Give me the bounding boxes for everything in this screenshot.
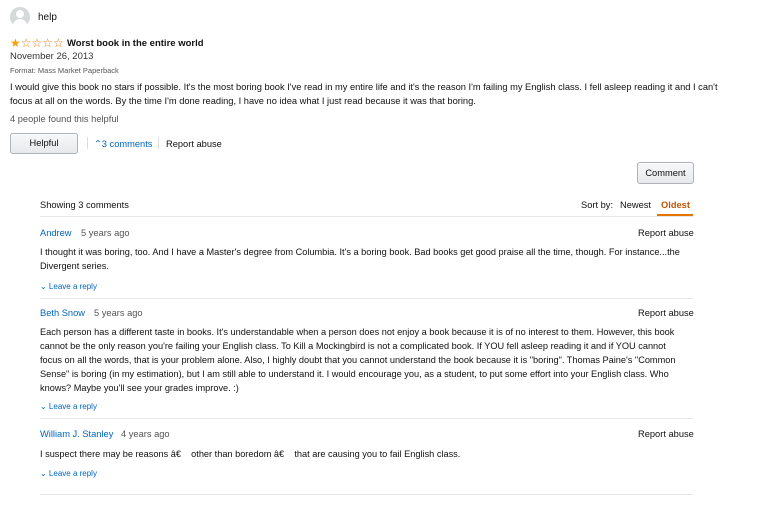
leave-reply-link[interactable]: ⌄ Leave a reply [40, 282, 97, 291]
review-format: Format: Mass Market Paperback [10, 66, 119, 75]
comment-text: Each person has a different taste in boo… [40, 327, 676, 393]
report-abuse-link[interactable]: Report abuse [638, 429, 694, 439]
comment-author[interactable]: Andrew [40, 228, 72, 238]
review-body: I would give this book no stars if possi… [10, 82, 718, 106]
sort-oldest[interactable]: Oldest [661, 200, 690, 210]
helpful-count: 4 people found this helpful [10, 114, 119, 124]
divider [40, 216, 693, 217]
comment-author[interactable]: William J. Stanley [40, 429, 113, 439]
divider [87, 137, 88, 149]
report-abuse-link[interactable]: Report abuse [166, 139, 222, 149]
comment-date: 4 years ago [121, 429, 170, 439]
star-rating: ★☆☆☆☆ [10, 37, 64, 49]
divider [40, 494, 693, 495]
user-avatar-icon [10, 7, 30, 27]
review-title[interactable]: Worst book in the entire world [67, 38, 204, 49]
comment-date: 5 years ago [94, 308, 143, 318]
sort-label: Sort by: [581, 200, 614, 210]
reviewer-name[interactable]: help [38, 12, 57, 23]
star-empty-icon: ☆☆☆☆ [20, 36, 64, 50]
report-abuse-link[interactable]: Report abuse [638, 228, 694, 238]
comment-button[interactable]: Comment [637, 162, 694, 184]
comments-link[interactable]: ⌃3 comments [94, 139, 152, 150]
report-abuse-link[interactable]: Report abuse [638, 308, 694, 318]
comment-date: 5 years ago [81, 228, 130, 238]
review-date: November 26, 2013 [10, 51, 94, 62]
divider [40, 298, 693, 299]
comment-text: I thought it was boring, too. And I have… [40, 247, 680, 271]
comment-text: I suspect there may be reasons â€ other … [40, 449, 461, 459]
comment-author[interactable]: Beth Snow [40, 308, 85, 318]
divider [40, 418, 693, 419]
star-filled-icon: ★ [10, 36, 21, 50]
sort-newest[interactable]: Newest [620, 200, 651, 210]
comments-count: Showing 3 comments [40, 200, 129, 210]
leave-reply-link[interactable]: ⌄ Leave a reply [40, 469, 97, 478]
helpful-button[interactable]: Helpful [10, 133, 78, 154]
leave-reply-link[interactable]: ⌄ Leave a reply [40, 402, 97, 411]
divider [158, 137, 159, 149]
